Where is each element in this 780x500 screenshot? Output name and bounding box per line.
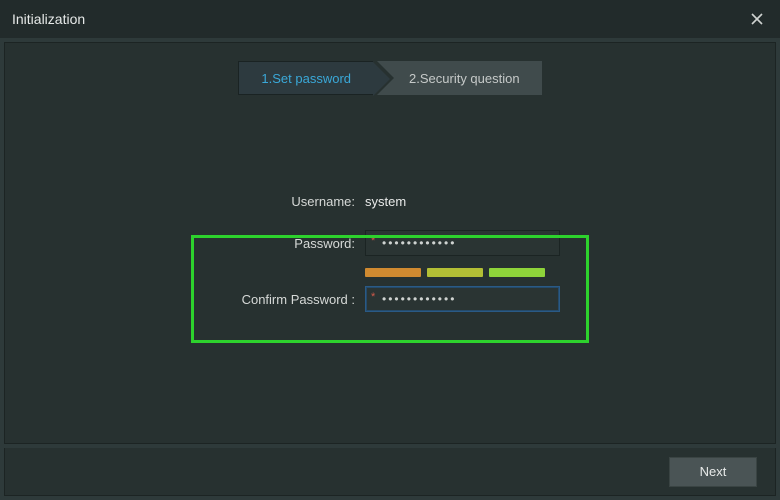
form-area: Username: system Password: * Confirm Pas…	[5, 185, 775, 315]
close-button[interactable]	[746, 8, 768, 30]
password-label: Password:	[190, 236, 365, 251]
strength-bar-1	[365, 268, 421, 277]
confirm-password-label: Confirm Password :	[190, 292, 365, 307]
title-bar: Initialization	[0, 0, 780, 38]
required-marker: *	[371, 235, 375, 247]
password-strength-meter	[365, 268, 545, 277]
password-row: Password: *	[190, 227, 590, 259]
username-row: Username: system	[190, 185, 590, 217]
strength-bar-3	[489, 268, 545, 277]
step-nav: 1.Set password 2.Security question	[5, 61, 775, 95]
footer-bar: Next	[4, 448, 776, 496]
next-button-label: Next	[700, 464, 727, 479]
required-marker: *	[371, 291, 375, 303]
confirm-password-row: Confirm Password : *	[190, 283, 590, 315]
step-security-question[interactable]: 2.Security question	[377, 61, 542, 95]
username-label: Username:	[190, 194, 365, 209]
password-strength-row	[190, 265, 590, 279]
username-value: system	[365, 194, 406, 209]
password-input[interactable]	[365, 230, 560, 256]
step-label: 2.Security question	[409, 71, 520, 86]
confirm-password-input[interactable]	[365, 286, 560, 312]
content-panel: 1.Set password 2.Security question Usern…	[4, 42, 776, 444]
step-label: 1.Set password	[261, 71, 351, 86]
close-icon	[751, 13, 763, 25]
strength-bar-2	[427, 268, 483, 277]
next-button[interactable]: Next	[669, 457, 757, 487]
window-title: Initialization	[12, 11, 746, 27]
step-set-password[interactable]: 1.Set password	[238, 61, 373, 95]
